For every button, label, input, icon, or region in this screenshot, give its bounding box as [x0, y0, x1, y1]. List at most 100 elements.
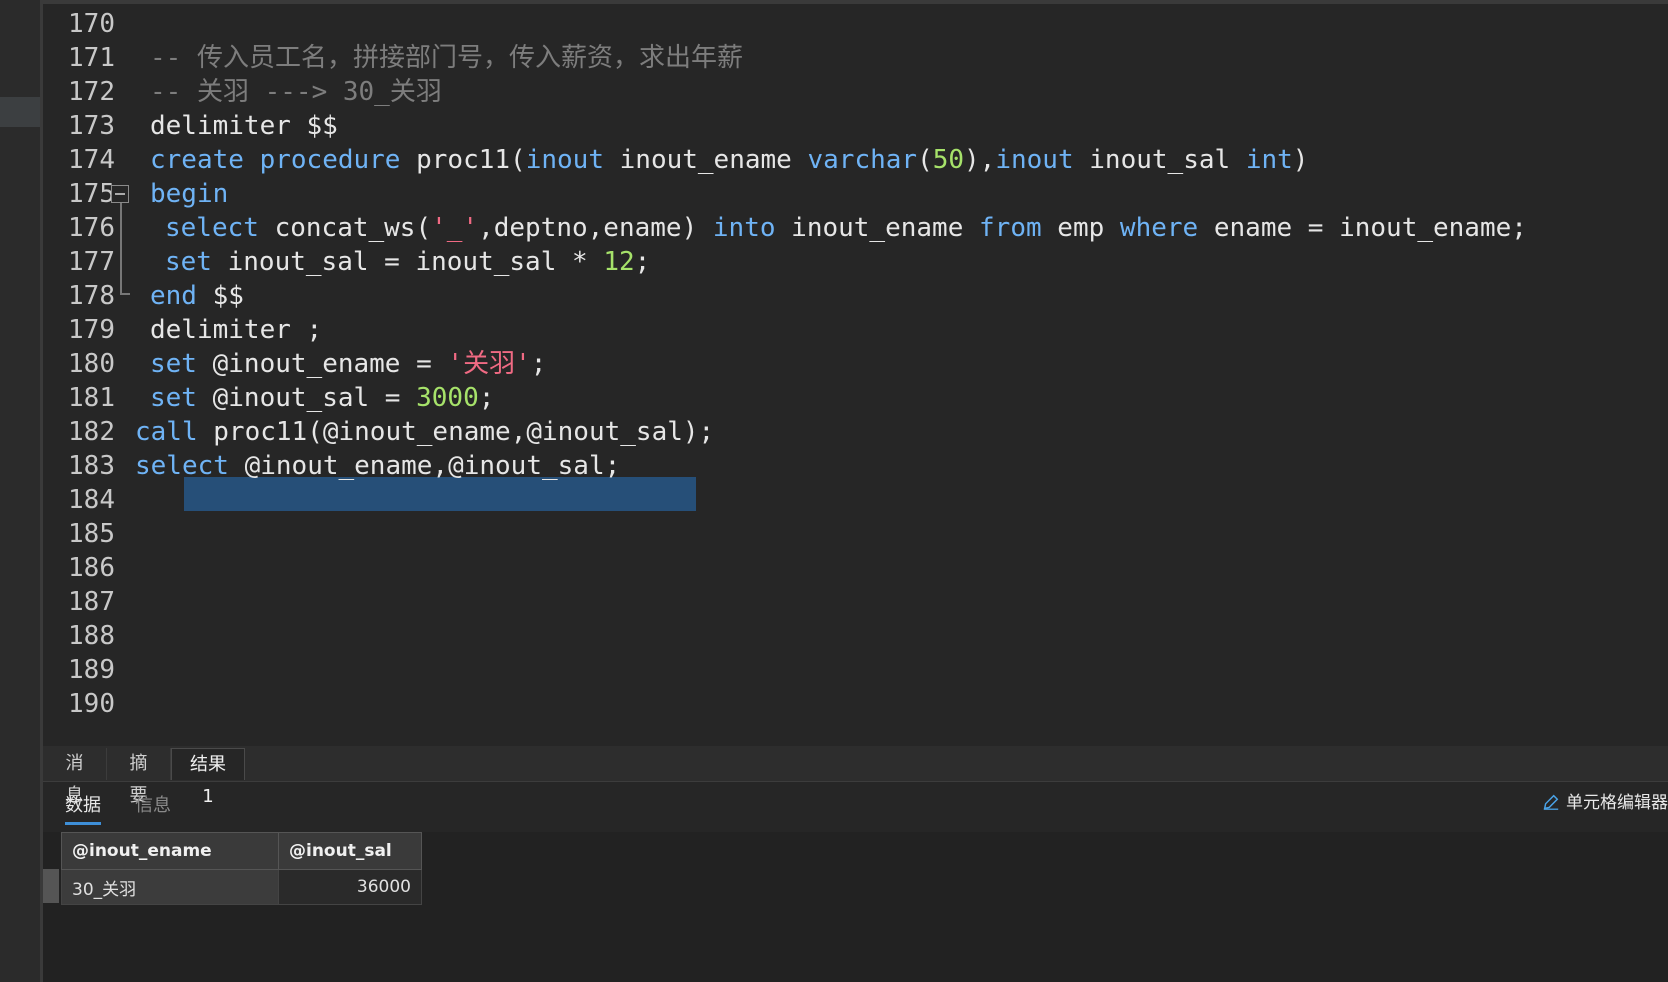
code-text: ; [478, 383, 495, 413]
code-text: ) [1292, 145, 1309, 175]
comment: -- 关羽 ---> 30_关羽 [150, 77, 442, 107]
code-line-171[interactable]: -- 传入员工名，拼接部门号，传入薪资，求出年薪 [150, 40, 743, 76]
line-number: 177 [68, 247, 115, 277]
table-cell[interactable]: 30_关羽 [61, 869, 279, 905]
code-text: delimiter ; [150, 315, 323, 345]
code-text: proc11(@inout_ename,@inout_sal); [197, 417, 715, 447]
code-line-178[interactable]: end $$ [150, 278, 244, 314]
subtab-data[interactable]: 数据 [65, 790, 101, 825]
line-number: 189 [68, 655, 115, 685]
sql-editor[interactable]: 170 171 172 173 174 175 176 177 178 179 … [43, 0, 1668, 746]
code-text: ( [917, 145, 933, 175]
code-line-181[interactable]: set @inout_sal = 3000; [150, 380, 494, 416]
keyword: set [150, 383, 197, 413]
code-line-174[interactable]: create procedure proc11(inout inout_enam… [150, 142, 1308, 178]
line-number: 184 [68, 485, 115, 515]
line-number: 186 [68, 553, 115, 583]
keyword: inout [525, 145, 604, 175]
tab-summary[interactable]: 摘要 [107, 748, 171, 806]
sidebar-marker[interactable] [0, 97, 40, 127]
keyword: select [135, 451, 229, 481]
code-text: inout_sal = inout_sal * [211, 247, 604, 277]
number-literal: 12 [603, 247, 635, 277]
comment: -- 传入员工名，拼接部门号，传入薪资，求出年薪 [150, 43, 743, 73]
code-text: inout_ename [603, 145, 808, 175]
line-number: 171 [68, 43, 115, 73]
line-number: 188 [68, 621, 115, 651]
code-text: $$ [196, 281, 244, 311]
keyword: call [135, 417, 198, 447]
result-tabs: 消息 摘要 结果 1 [43, 746, 1668, 807]
code-line-177[interactable]: set inout_sal = inout_sal * 12; [165, 244, 650, 280]
table-cell[interactable]: 36000 [278, 869, 422, 905]
code-line-182[interactable]: call proc11(@inout_ename,@inout_sal); [135, 414, 714, 450]
code-text: ; [530, 349, 547, 379]
column-header[interactable]: @inout_sal [278, 832, 422, 870]
keyword: varchar [807, 145, 918, 175]
keyword: set [165, 247, 212, 277]
code-line-173[interactable]: delimiter $$ [150, 108, 338, 144]
line-number: 170 [68, 9, 115, 39]
line-number-gutter: 170 171 172 173 174 175 176 177 178 179 … [43, 4, 130, 746]
keyword: begin [150, 179, 229, 209]
result-panel: 消息 摘要 结果 1 数据 信息 单元格编辑器 @inout_ename @in… [43, 746, 1668, 982]
code-line-175[interactable]: begin [150, 176, 228, 212]
code-text: ), [964, 145, 996, 175]
code-text: @inout_sal = [196, 383, 417, 413]
number-literal: 50 [932, 145, 965, 175]
keyword: create [150, 145, 244, 175]
code-text: ,deptno,ename) [478, 213, 713, 243]
code-text: inout_sal [1073, 145, 1246, 175]
line-number: 178 [68, 281, 115, 311]
result-grid: @inout_ename @inout_sal 30_关羽 36000 [43, 832, 1668, 982]
line-number: 181 [68, 383, 115, 413]
line-number: 172 [68, 77, 115, 107]
keyword: int [1245, 145, 1293, 175]
left-sidebar-strip [0, 0, 43, 982]
string-literal: '_' [431, 213, 479, 243]
subtab-info[interactable]: 信息 [135, 790, 171, 822]
line-number: 185 [68, 519, 115, 549]
code-line-183[interactable]: select @inout_ename,@inout_sal; [135, 448, 620, 484]
keyword: select [165, 213, 259, 243]
cell-editor-button[interactable]: 单元格编辑器 [1542, 788, 1668, 818]
row-selector[interactable] [43, 869, 59, 903]
keyword: into [712, 213, 776, 243]
code-line-180[interactable]: set @inout_ename = '关羽'; [150, 346, 546, 382]
line-number: 173 [68, 111, 115, 141]
result-table: @inout_ename @inout_sal 30_关羽 36000 [61, 832, 422, 905]
line-number: 175 [68, 179, 115, 209]
line-number: 176 [68, 213, 115, 243]
string-literal: '关羽' [447, 349, 531, 379]
line-number: 180 [68, 349, 115, 379]
pencil-icon [1543, 794, 1559, 810]
code-text: inout_ename [775, 213, 980, 243]
table-header-row: @inout_ename @inout_sal [61, 832, 422, 870]
code-text: delimiter $$ [150, 111, 338, 141]
line-number: 187 [68, 587, 115, 617]
keyword: set [150, 349, 197, 379]
code-text: @inout_ename = [196, 349, 448, 379]
line-number: 183 [68, 451, 115, 481]
code-text: ename = inout_ename; [1198, 213, 1527, 243]
table-row: 30_关羽 36000 [61, 869, 422, 905]
code-line-172[interactable]: -- 关羽 ---> 30_关羽 [150, 74, 442, 110]
code-text: @inout_ename,@inout_sal; [228, 451, 621, 481]
column-header[interactable]: @inout_ename [61, 832, 279, 870]
line-number: 174 [68, 145, 115, 175]
cell-editor-label: 单元格编辑器 [1566, 793, 1668, 813]
code-text: proc11( [400, 145, 526, 175]
fold-toggle-icon[interactable] [111, 185, 129, 203]
tab-messages[interactable]: 消息 [43, 748, 107, 806]
keyword: procedure [259, 145, 401, 175]
tab-result-1[interactable]: 结果 1 [171, 748, 245, 807]
number-literal: 3000 [416, 383, 479, 413]
code-text: emp [1041, 213, 1120, 243]
code-line-176[interactable]: select concat_ws('_',deptno,ename) into … [165, 210, 1527, 246]
fold-end-mark [120, 293, 130, 295]
line-number: 182 [68, 417, 115, 447]
line-number: 190 [68, 689, 115, 719]
code-line-179[interactable]: delimiter ; [150, 312, 322, 348]
code-text: concat_ws( [258, 213, 432, 243]
code-text: ; [634, 247, 651, 277]
